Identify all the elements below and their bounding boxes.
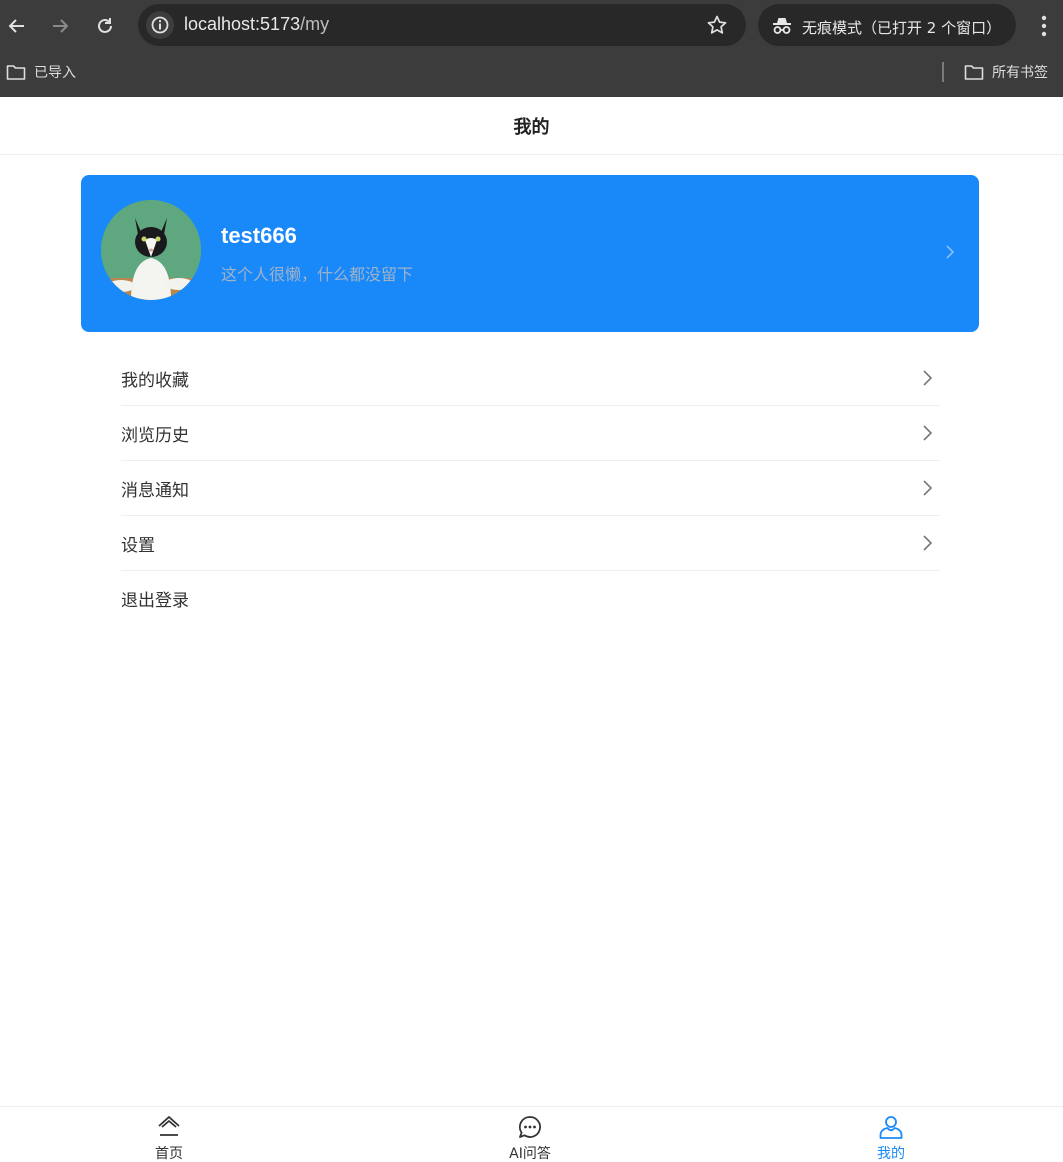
site-info-button[interactable]: [146, 11, 174, 39]
bookmarks-bar: 已导入 所有书签: [0, 52, 1063, 97]
folder-icon: [964, 65, 984, 80]
reload-button[interactable]: [91, 12, 119, 40]
bookmarks-divider: [942, 62, 944, 82]
site-info-icon: [151, 16, 169, 34]
menu-item-label: 退出登录: [121, 591, 189, 611]
bottom-tabbar: 首页 AI问答 我的: [0, 1106, 1063, 1162]
chevron-right-icon: [923, 535, 933, 551]
tab-label: 首页: [155, 1146, 183, 1162]
menu-item-logout[interactable]: 退出登录: [121, 571, 940, 626]
bookmark-folder-label: 已导入: [34, 65, 76, 81]
tab-my[interactable]: 我的: [831, 1107, 951, 1162]
avatar[interactable]: [101, 200, 201, 300]
menu-item-label: 设置: [121, 535, 155, 556]
menu-item-favorites[interactable]: 我的收藏: [121, 351, 940, 406]
menu-item-label: 浏览历史: [121, 425, 189, 446]
back-arrow-icon: [8, 19, 24, 33]
user-icon: [879, 1116, 903, 1139]
cat-avatar-image: [101, 200, 201, 300]
incognito-icon: [773, 18, 791, 34]
chevron-right-icon: [923, 480, 933, 496]
menu-item-history[interactable]: 浏览历史: [121, 406, 940, 461]
bookmark-folder-all[interactable]: 所有书签: [964, 62, 1048, 82]
back-button[interactable]: [3, 12, 31, 40]
browser-chrome: localhost:5173/my 无痕模式（已打开 2 个窗口） 已导入 所有…: [0, 0, 1063, 97]
browser-toolbar: localhost:5173/my 无痕模式（已打开 2 个窗口）: [0, 0, 1063, 52]
profile-username: test666: [221, 223, 297, 248]
reload-icon: [98, 18, 112, 33]
forward-arrow-icon: [53, 19, 69, 33]
tab-label: AI问答: [509, 1146, 551, 1162]
menu-item-label: 我的收藏: [121, 370, 189, 391]
chevron-right-icon: [923, 370, 933, 386]
incognito-indicator[interactable]: 无痕模式（已打开 2 个窗口）: [758, 4, 1016, 46]
menu-item-notifications[interactable]: 消息通知: [121, 461, 940, 516]
url-host: localhost:5173: [184, 14, 301, 34]
tab-label: 我的: [877, 1146, 905, 1162]
profile-bio: 这个人很懒，什么都没留下: [221, 265, 414, 284]
bookmark-star-icon[interactable]: [706, 14, 728, 36]
menu-item-label: 消息通知: [121, 480, 189, 501]
tab-home[interactable]: 首页: [109, 1107, 229, 1162]
chevron-right-icon: [923, 425, 933, 441]
home-icon: [158, 1116, 180, 1136]
app-page: 我的 test666 这个人很懒，什么都没留下 我的收藏 浏览历史 消息通知 设…: [0, 97, 1063, 1162]
incognito-label: 无痕模式（已打开 2 个窗口）: [802, 19, 1002, 37]
more-menu-icon[interactable]: [1034, 14, 1054, 38]
bookmark-folder-imported[interactable]: 已导入: [6, 62, 76, 82]
url-path: /my: [300, 14, 330, 34]
folder-icon: [6, 65, 26, 80]
forward-button[interactable]: [46, 12, 74, 40]
bookmark-folder-label: 所有书签: [992, 65, 1048, 81]
page-title: 我的: [513, 116, 550, 138]
menu-item-settings[interactable]: 设置: [121, 516, 940, 571]
address-bar[interactable]: localhost:5173/my: [138, 4, 746, 46]
nav-bar: 我的: [0, 97, 1063, 155]
chat-icon: [518, 1116, 541, 1138]
menu-list: 我的收藏 浏览历史 消息通知 设置 退出登录: [121, 351, 940, 626]
profile-card[interactable]: test666 这个人很懒，什么都没留下: [81, 175, 979, 332]
tab-ai-qa[interactable]: AI问答: [470, 1107, 590, 1162]
chevron-right-icon: [946, 245, 955, 259]
url-text: localhost:5173/my: [184, 14, 329, 35]
